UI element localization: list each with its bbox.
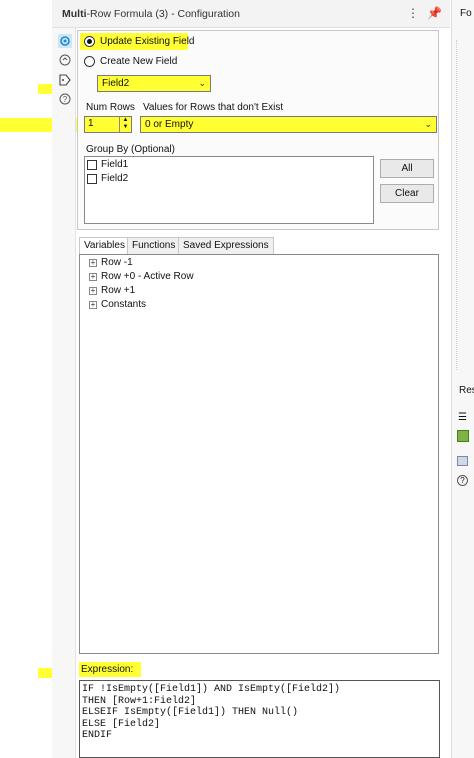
field-select[interactable]: Field2 ⌄ [97, 75, 211, 92]
group-by-checkbox-field1[interactable] [87, 160, 97, 170]
tree-item-constants[interactable]: Constants [101, 299, 146, 310]
expand-icon[interactable]: + [89, 287, 97, 295]
group-by-label: Group By (Optional) [86, 144, 175, 155]
update-existing-label[interactable]: Update Existing Field [100, 36, 195, 47]
anchor-icon[interactable] [58, 53, 72, 67]
expression-line: ELSEIF IsEmpty([Field1]) THEN Null() [82, 707, 299, 718]
expression-line: ELSE [Field2] [82, 718, 161, 730]
svg-text:?: ? [63, 95, 68, 104]
expand-icon[interactable]: + [89, 259, 97, 267]
missing-rows-label: Values for Rows that don't Exist [143, 102, 284, 113]
group-by-checkbox-field2[interactable] [87, 174, 97, 184]
expression-line: THEN [Row+1:Field2] [82, 695, 197, 707]
group-by-field-label: Field2 [101, 173, 129, 184]
expression-editor[interactable]: IF !IsEmpty([Field1]) AND IsEmpty([Field… [79, 680, 440, 758]
expression-line: IF !IsEmpty([Field1]) AND IsEmpty([Field… [82, 684, 341, 695]
stepper-arrows-icon[interactable]: ▲ ▼ [119, 117, 131, 132]
tab-saved-expressions[interactable]: Saved Expressions [178, 237, 274, 254]
expression-label: Expression: [81, 664, 134, 675]
right-panel [451, 0, 474, 758]
divider [456, 40, 457, 370]
num-rows-value: 1 [88, 118, 94, 129]
create-new-label[interactable]: Create New Field [100, 56, 177, 67]
list-icon[interactable]: ☰ [458, 412, 467, 423]
right-panel-tab[interactable]: Fo [460, 8, 472, 19]
expression-line: ENDIF [82, 730, 113, 741]
update-existing-radio[interactable] [84, 36, 95, 47]
num-rows-stepper[interactable]: 1 ▲ ▼ [84, 116, 132, 133]
panel-title: Multi-Row Formula (3) - Configuration [62, 8, 240, 20]
more-vert-icon[interactable]: ⋮ [406, 6, 420, 20]
create-new-radio[interactable] [84, 56, 95, 67]
expand-icon[interactable]: + [89, 301, 97, 309]
tree-item-row-active[interactable]: Row +0 - Active Row [101, 271, 194, 282]
tag-icon[interactable] [457, 456, 468, 466]
field-select-value: Field2 [102, 78, 130, 89]
group-by-field-label: Field1 [101, 159, 129, 170]
side-icon-bar [52, 28, 76, 758]
help-icon[interactable]: ? [58, 92, 72, 106]
chevron-down-icon: ⌄ [198, 78, 206, 88]
tab-variables[interactable]: Variables [79, 237, 130, 255]
tree-item-row-plus-1[interactable]: Row +1 [101, 285, 135, 296]
pin-icon[interactable]: 📌 [427, 6, 442, 20]
chevron-down-icon: ⌄ [424, 119, 432, 129]
variables-tree [79, 254, 439, 654]
num-rows-label: Num Rows [86, 102, 135, 113]
tab-functions[interactable]: Functions [127, 237, 181, 254]
expand-icon[interactable]: + [89, 273, 97, 281]
missing-rows-select[interactable]: 0 or Empty ⌄ [140, 116, 437, 133]
table-icon[interactable] [457, 430, 469, 442]
gear-icon[interactable] [58, 34, 72, 48]
select-all-button[interactable]: All [380, 159, 434, 178]
tag-icon[interactable] [58, 73, 72, 87]
tree-item-row-minus-1[interactable]: Row -1 [101, 257, 133, 268]
help-icon[interactable]: ? [457, 475, 468, 486]
missing-rows-value: 0 or Empty [145, 119, 194, 130]
results-tab[interactable]: Res [459, 385, 474, 396]
clear-button[interactable]: Clear [380, 184, 434, 203]
